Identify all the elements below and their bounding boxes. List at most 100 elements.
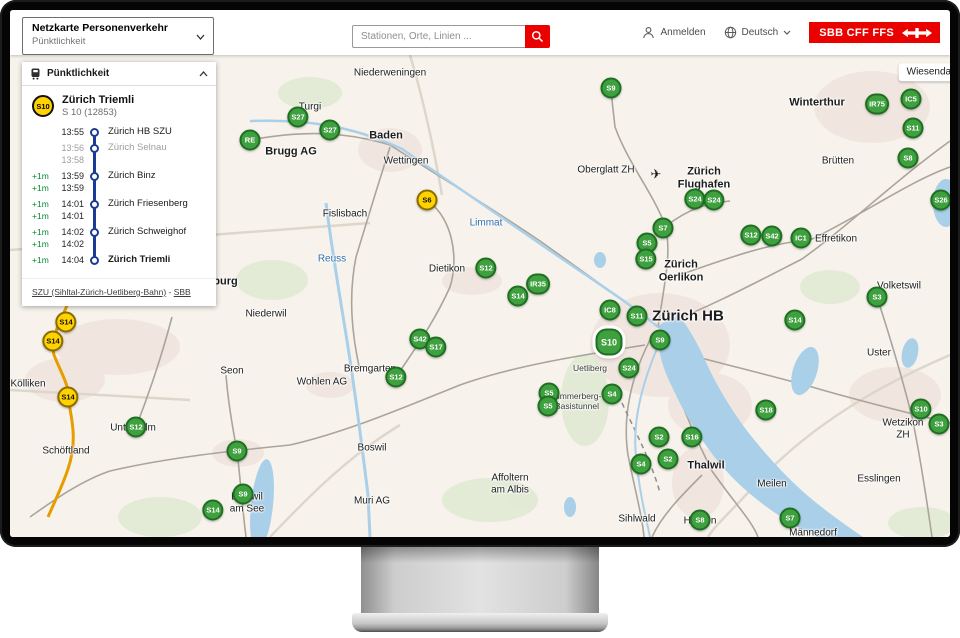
map-label-wiesendangen: Wiesendangen <box>899 63 950 81</box>
stop-time: 14:01 <box>54 198 84 210</box>
stop-time: 14:02 <box>54 238 84 250</box>
stop-time: 13:55 <box>54 126 84 138</box>
punctuality-panel: Pünktlichkeit S10 Zürich Triemli S 10 (1… <box>22 62 216 306</box>
map-label-z-rich-flughafen: Zürich Flughafen <box>678 165 731 190</box>
search-button[interactable] <box>525 25 550 48</box>
stop-delay: +1m <box>32 254 54 266</box>
map-label-wohlen-ag: Wohlen AG <box>297 376 347 388</box>
stop-list: 13:55 Zürich HB SZU 13:5613:58Zürich Selna… <box>22 124 216 278</box>
map-label-wetzikon-zh: Wetzikon ZH <box>880 418 927 441</box>
line-badge-re[interactable]: RE <box>240 130 261 151</box>
stop-times: 13:55 <box>32 126 84 138</box>
panel-footer: SZU (Sihltal-Zürich-Uetliberg-Bahn) - SB… <box>22 278 216 306</box>
stop-delay: +1m <box>32 226 54 238</box>
line-badge-s11[interactable]: S11 <box>627 306 648 327</box>
line-badge-s8[interactable]: S8 <box>898 148 919 169</box>
monitor-stand-neck <box>361 547 599 615</box>
stop-row-z-rich-friesenberg[interactable]: +1m14:01+1m14:01Zürich Friesenberg <box>22 198 216 226</box>
stop-time: 13:58 <box>54 154 84 166</box>
chevron-down-icon <box>196 34 205 40</box>
app-header: Netzkarte Personenverkehr Pünktlichkeit <box>10 10 950 55</box>
map-label-dietikon: Dietikon <box>429 263 465 275</box>
line-badge-s5[interactable]: S5 <box>538 396 559 417</box>
map-label-brugg-ag: Brugg AG <box>265 146 317 159</box>
stop-times: +1m14:01+1m14:01 <box>32 198 84 222</box>
map-label-z-rich-hb: Zürich HB <box>652 307 724 324</box>
line-badge-s2[interactable]: S2 <box>649 427 670 448</box>
login-button[interactable]: Anmelden <box>642 26 705 39</box>
line-badge-s4[interactable]: S4 <box>602 384 623 405</box>
line-badge-ic1[interactable]: IC1 <box>791 228 812 249</box>
timeline-node-icon <box>87 126 103 138</box>
stop-delay: +1m <box>32 182 54 194</box>
line-badge-s10[interactable]: S10 <box>596 329 623 356</box>
line-badge-s9[interactable]: S9 <box>601 78 622 99</box>
line-badge-s6[interactable]: S6 <box>417 190 438 211</box>
map-label-sch-ftland: Schöftland <box>42 445 89 457</box>
map-label-fislisbach: Fislisbach <box>323 208 367 220</box>
stop-time: 13:56 <box>54 142 84 154</box>
line-badge-s11[interactable]: S11 <box>903 118 924 139</box>
line-badge-s9[interactable]: S9 <box>227 441 248 462</box>
map-label-k-lliken: Kölliken <box>10 378 45 390</box>
stop-delay <box>32 126 54 138</box>
timeline-node-icon <box>87 170 103 194</box>
stop-name: Zürich HB SZU <box>103 126 172 138</box>
line-badge-s4[interactable]: S4 <box>631 454 652 475</box>
line-badge-ic8[interactable]: IC8 <box>600 300 621 321</box>
line-badge-s9[interactable]: S9 <box>650 330 671 351</box>
line-badge-ic5[interactable]: IC5 <box>901 89 922 110</box>
map-label-plane: ✈ <box>651 168 662 183</box>
line-badge-s7[interactable]: S7 <box>653 218 674 239</box>
desktop-background: NiederweningenTurgiBadenBrugg AGWettinge… <box>0 0 960 638</box>
line-badge-ir75[interactable]: IR75 <box>865 94 889 115</box>
train-info: Zürich Triemli S 10 (12853) <box>62 94 134 118</box>
stop-times: +1m14:04 <box>32 254 84 266</box>
train-icon <box>30 68 41 80</box>
header-actions: Anmelden Deutsch SBB CFF FFS <box>642 10 940 55</box>
sbb-link[interactable]: SBB <box>174 287 191 297</box>
collapse-icon[interactable] <box>199 71 208 77</box>
stop-row-z-rich-binz[interactable]: +1m13:59+1m13:59Zürich Binz <box>22 170 216 198</box>
map-label-oberglatt-zh: Oberglatt ZH <box>577 164 634 176</box>
search-icon <box>531 30 544 43</box>
line-badge-s8[interactable]: S8 <box>690 510 711 531</box>
timeline-node-icon <box>87 142 103 166</box>
search-input[interactable] <box>352 25 525 48</box>
timeline-node-icon <box>87 254 103 266</box>
login-label: Anmelden <box>660 27 705 38</box>
selected-train: S10 Zürich Triemli S 10 (12853) <box>22 86 216 124</box>
map-type-dropdown[interactable]: Netzkarte Personenverkehr Pünktlichkeit <box>22 17 214 55</box>
stop-row-z-rich-triemli[interactable]: +1m14:04 Zürich Triemli <box>22 254 216 270</box>
stop-row-z-rich-schweighof[interactable]: +1m14:02+1m14:02Zürich Schweighof <box>22 226 216 254</box>
panel-title: Pünktlichkeit <box>47 68 109 79</box>
stop-time: 14:01 <box>54 210 84 222</box>
line-badge-s3[interactable]: S3 <box>867 287 888 308</box>
line-badge-s2[interactable]: S2 <box>658 449 679 470</box>
map-label-z-rich-oerlikon: Zürich Oerlikon <box>659 258 704 283</box>
map-label-reuss: Reuss <box>318 253 346 265</box>
stop-time: 14:04 <box>54 254 84 266</box>
stop-delay: +1m <box>32 170 54 182</box>
operator-link[interactable]: SZU (Sihltal-Zürich-Uetliberg-Bahn) <box>32 287 166 297</box>
stop-time: 14:02 <box>54 226 84 238</box>
stop-delay <box>32 154 54 166</box>
line-badge-ir35[interactable]: IR35 <box>526 274 550 295</box>
map-label-uetliberg: Uetliberg <box>573 364 607 374</box>
language-label: Deutsch <box>742 27 779 38</box>
line-badge-s7[interactable]: S7 <box>780 508 801 529</box>
stop-row-z-rich-selnau[interactable]: 13:5613:58Zürich Selnau <box>22 142 216 170</box>
line-badge-s3[interactable]: S3 <box>929 414 950 435</box>
map-label-affoltern-am-albis: Affoltern am Albis <box>491 473 529 496</box>
stop-name: Zürich Triemli <box>103 254 170 266</box>
stop-delay: +1m <box>32 210 54 222</box>
stop-time: 13:59 <box>54 182 84 194</box>
language-selector[interactable]: Deutsch <box>724 26 792 39</box>
stop-time: 13:59 <box>54 170 84 182</box>
line-badge-s9[interactable]: S9 <box>233 484 254 505</box>
map-label-muri-ag: Muri AG <box>354 495 390 507</box>
map-label-m-nnedorf: Männedorf <box>789 527 837 537</box>
stop-row-z-rich-hb-szu[interactable]: 13:55 Zürich HB SZU <box>22 126 216 142</box>
sbb-logo[interactable]: SBB CFF FFS <box>809 22 940 43</box>
line-badge-s26[interactable]: S26 <box>930 190 950 211</box>
